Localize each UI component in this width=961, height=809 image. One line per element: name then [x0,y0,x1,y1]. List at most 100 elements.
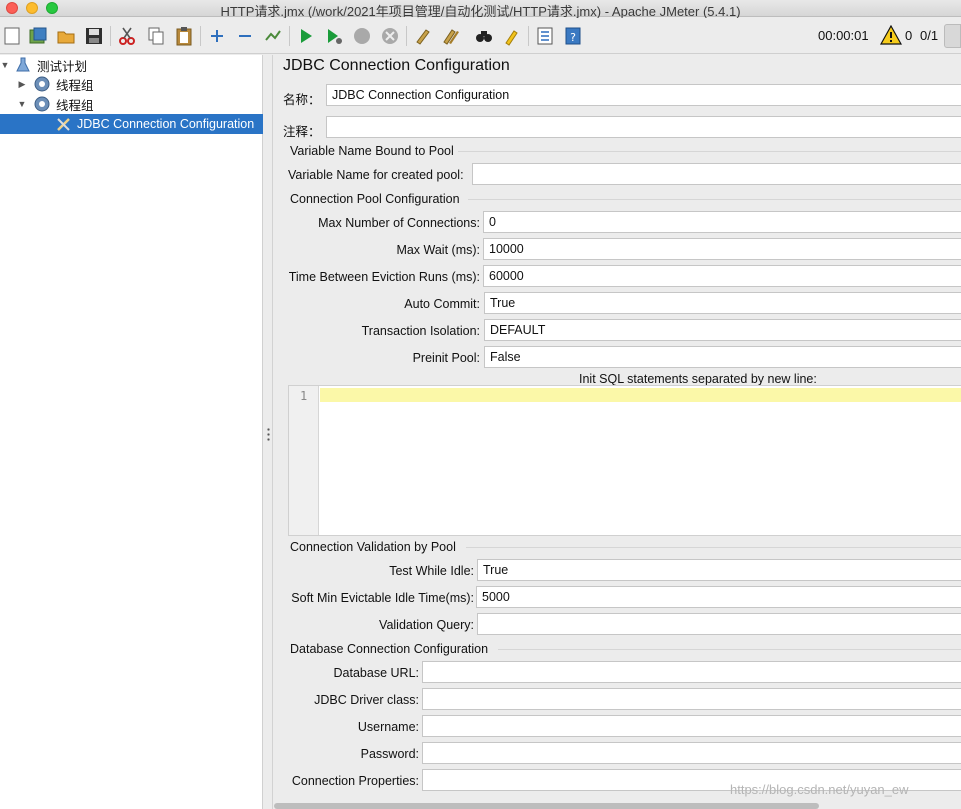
toolbar-separator [406,26,407,46]
horizontal-scrollbar[interactable] [274,803,819,809]
tree-item-test-plan[interactable]: ▼ 测试计划 [0,55,263,75]
section-variable-name: Variable Name Bound to Pool [288,144,961,158]
eviction-runs-label: Time Between Eviction Runs (ms): [288,270,480,284]
test-while-idle-label: Test While Idle: [389,564,474,578]
toggle-icon[interactable] [261,24,285,48]
drag-handle-icon[interactable] [267,427,270,441]
watermark-text: https://blog.csdn.net/yuyan_ew [730,782,909,797]
split-pane-divider[interactable] [264,55,273,809]
test-while-idle-select[interactable]: True [477,559,961,581]
eviction-runs-field[interactable]: 60000 [483,265,961,287]
password-field[interactable] [422,742,961,764]
test-plan-icon [16,57,30,72]
section-rule [466,547,961,548]
section-connection-validation: Connection Validation by Pool [288,540,961,554]
reset-search-icon[interactable] [500,24,524,48]
comment-label: 注释： [283,125,321,139]
username-label: Username: [357,720,419,734]
variable-name-label: Variable Name for created pool: [288,168,464,182]
section-rule [468,199,961,200]
svg-text:?: ? [570,31,576,44]
elapsed-timer: 00:00:01 [818,28,869,43]
database-url-label: Database URL: [333,666,419,680]
preinit-pool-label: Preinit Pool: [412,351,480,365]
section-rule [458,151,961,152]
panel-title: JDBC Connection Configuration [283,57,510,74]
stop-icon[interactable] [350,24,374,48]
line-number-gutter: 1 [289,386,319,535]
save-icon[interactable] [82,24,106,48]
toolbar-separator [289,26,290,46]
name-label: 名称： [283,93,321,107]
init-sql-editor[interactable]: 1 [288,385,961,536]
collapse-all-icon[interactable] [233,24,257,48]
open-icon[interactable] [54,24,78,48]
copy-icon[interactable] [144,24,168,48]
section-title: Variable Name Bound to Pool [290,144,454,158]
warning-count: 0 [905,28,913,43]
config-tools-icon [57,118,70,131]
validation-query-label: Validation Query: [379,618,474,632]
shutdown-icon[interactable] [378,24,402,48]
tree-item-label: 线程组 [56,98,94,113]
remote-button-partial[interactable] [944,24,961,48]
max-wait-field[interactable]: 10000 [483,238,961,260]
tree-item-label: 测试计划 [37,59,88,74]
start-no-pauses-icon[interactable] [322,24,346,48]
username-field[interactable] [422,715,961,737]
connection-properties-label: Connection Properties: [291,774,419,788]
templates-icon[interactable] [26,24,50,48]
transaction-isolation-select[interactable]: DEFAULT [484,319,961,341]
auto-commit-select[interactable]: True [484,292,961,314]
soft-min-evictable-label: Soft Min Evictable Idle Time(ms): [291,591,474,605]
preinit-pool-select[interactable]: False [484,346,961,368]
function-helper-icon[interactable] [533,24,557,48]
cut-icon[interactable] [115,24,139,48]
auto-commit-label: Auto Commit: [404,297,480,311]
tree-item-thread-group[interactable]: ▶ 线程组 [0,74,263,94]
max-connections-label: Max Number of Connections: [318,216,480,230]
toolbar-separator [200,26,201,46]
soft-min-evictable-field[interactable]: 5000 [476,586,961,608]
init-sql-label: Init SQL statements separated by new lin… [579,372,817,386]
jdbc-config-panel: JDBC Connection Configuration 名称： JDBC C… [274,55,961,809]
test-plan-tree: ▼ 测试计划 ▶ 线程组 ▼ 线程组 JDBC Connection Confi… [0,55,263,809]
collapse-arrow-icon[interactable]: ▼ [17,99,27,109]
name-field[interactable]: JDBC Connection Configuration [326,84,961,106]
tree-item-label: JDBC Connection Configuration [77,117,255,131]
help-icon[interactable]: ? [561,24,585,48]
section-title: Connection Validation by Pool [290,540,456,554]
jdbc-driver-field[interactable] [422,688,961,710]
validation-query-select[interactable] [477,613,961,635]
tree-item-jdbc-config[interactable]: JDBC Connection Configuration [0,114,263,134]
current-line-highlight [320,388,961,402]
toolbar: ? 00:00:01 0 0/1 [0,18,961,54]
jdbc-driver-label: JDBC Driver class: [314,693,419,707]
variable-name-field[interactable] [472,163,961,185]
database-url-field[interactable] [422,661,961,683]
section-title: Database Connection Configuration [290,642,489,656]
max-connections-field[interactable]: 0 [483,211,961,233]
section-title: Connection Pool Configuration [290,192,460,206]
max-wait-label: Max Wait (ms): [396,243,480,257]
thread-group-gear-icon [34,96,50,112]
clear-icon[interactable] [411,24,435,48]
clear-all-icon[interactable] [439,24,463,48]
expand-arrow-icon[interactable]: ▶ [17,79,27,89]
line-number: 1 [300,389,308,403]
warning-icon[interactable] [880,25,902,45]
active-threads: 0/1 [920,28,939,43]
toolbar-separator [110,26,111,46]
section-connection-pool: Connection Pool Configuration [288,192,961,206]
title-bar: HTTP请求.jmx (/work/2021年项目管理/自动化测试/HTTP请求… [0,0,961,19]
tree-item-thread-group[interactable]: ▼ 线程组 [0,94,263,114]
thread-group-gear-icon [34,76,50,92]
start-icon[interactable] [294,24,318,48]
comment-field[interactable] [326,116,961,138]
collapse-arrow-icon[interactable]: ▼ [0,60,10,70]
paste-icon[interactable] [172,24,196,48]
tree-item-label: 线程组 [56,78,94,93]
expand-all-icon[interactable] [205,24,229,48]
search-icon[interactable] [472,24,496,48]
new-icon[interactable] [0,24,24,48]
